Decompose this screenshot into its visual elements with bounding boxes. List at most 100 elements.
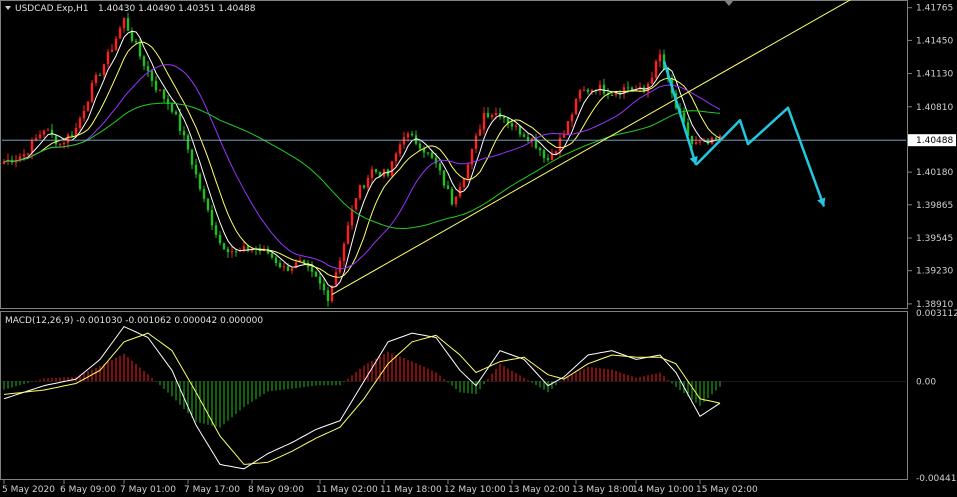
candle-body	[90, 82, 94, 102]
candle-body	[426, 152, 430, 154]
candle-body	[178, 114, 182, 132]
candle-body	[650, 77, 654, 84]
candle-body	[190, 149, 194, 165]
macd-tick-label: 0.003112	[916, 309, 957, 319]
candle-body	[390, 161, 394, 176]
time-tick-label: 6 May 09:00	[60, 485, 116, 495]
candle-body	[462, 178, 466, 187]
candle-body	[626, 87, 630, 89]
candle-body	[310, 267, 314, 272]
candle-body	[562, 134, 566, 138]
candle-body	[442, 170, 446, 186]
candle-body	[342, 243, 346, 261]
candle-body	[110, 49, 114, 52]
candle-body	[574, 98, 578, 115]
time-tick-label: 12 May 10:00	[444, 485, 506, 495]
candle-body	[338, 260, 342, 273]
candle-body	[194, 164, 198, 175]
candle-body	[322, 283, 326, 291]
candle-body	[350, 209, 354, 226]
current-price-label: 1.40488	[916, 136, 953, 146]
candle-body	[694, 142, 698, 145]
time-tick-label: 7 May 17:00	[184, 485, 240, 495]
candle-body	[186, 135, 190, 150]
candle-body	[418, 143, 422, 149]
candle-body	[286, 266, 290, 271]
candle-body	[370, 169, 374, 178]
candle-body	[270, 253, 274, 258]
candle-body	[150, 71, 154, 81]
candle-body	[86, 101, 90, 111]
candle-body	[134, 40, 138, 43]
candle-body	[62, 142, 66, 145]
candle-body	[658, 54, 662, 62]
candle-body	[278, 263, 282, 268]
candle-body	[578, 90, 582, 99]
candle-body	[478, 129, 482, 136]
candle-body	[154, 80, 158, 91]
candle-body	[438, 163, 442, 171]
candle-body	[602, 84, 606, 94]
macd-header-label: MACD(12,26,9) -0.001030 -0.001062 0.0000…	[5, 316, 263, 326]
candle-body	[66, 134, 70, 143]
candle-body	[174, 111, 178, 115]
candle-body	[630, 87, 634, 90]
candle-body	[570, 114, 574, 122]
time-tick-label: 5 May 2020	[2, 485, 55, 495]
time-tick-label: 8 May 09:00	[248, 485, 304, 495]
candle-body	[74, 128, 78, 136]
price-tick-label: 1.40180	[916, 168, 953, 178]
candle-body	[22, 154, 26, 157]
price-tick-label: 1.41450	[916, 36, 953, 46]
candle-body	[550, 153, 554, 160]
candle-body	[226, 249, 230, 253]
candle-body	[410, 133, 414, 136]
candle-body	[282, 266, 286, 268]
candle-body	[118, 28, 122, 39]
candle-body	[358, 185, 362, 199]
candle-body	[482, 113, 486, 130]
candle-body	[82, 110, 86, 119]
candle-body	[326, 290, 330, 302]
candle-body	[406, 133, 410, 138]
candle-body	[234, 251, 238, 253]
time-tick-label: 13 May 02:00	[508, 485, 570, 495]
candle-body	[170, 104, 174, 112]
ohlc-label: 1.40430 1.40490 1.40351 1.40488	[98, 4, 256, 14]
candle-body	[198, 174, 202, 190]
time-tick-label: 7 May 01:00	[120, 485, 176, 495]
candle-body	[46, 129, 50, 131]
candle-body	[26, 153, 30, 155]
candle-body	[394, 153, 398, 162]
candle-body	[290, 268, 294, 271]
candle-body	[206, 198, 210, 211]
candle-body	[486, 113, 490, 118]
price-tick-label: 1.39865	[916, 201, 953, 211]
candle-body	[362, 185, 366, 188]
candle-body	[162, 89, 166, 99]
candle-body	[542, 150, 546, 159]
candle-body	[222, 243, 226, 250]
candle-body	[182, 131, 186, 136]
candle-body	[98, 74, 102, 76]
candle-body	[142, 56, 146, 67]
chart-canvas: 1.41765 1.41450 1.41130 1.40810 1.40488 1.401…	[0, 0, 957, 497]
candle-body	[374, 169, 378, 172]
price-tick-label: 1.39545	[916, 234, 953, 244]
candle-body	[210, 210, 214, 226]
time-tick-label: 14 May 10:00	[632, 485, 694, 495]
candle-body	[510, 123, 514, 127]
candle-body	[158, 89, 162, 91]
candle-body	[106, 51, 110, 65]
candle-body	[430, 152, 434, 158]
candle-body	[586, 89, 590, 92]
macd-tick-label: 0.00	[916, 377, 936, 387]
macd-tick-label: -0.004415	[916, 474, 957, 484]
candle-body	[402, 137, 406, 145]
candle-body	[102, 64, 106, 76]
candle-body	[146, 66, 150, 72]
candle-body	[218, 234, 222, 244]
candle-body	[230, 251, 234, 253]
candle-body	[94, 74, 98, 83]
candle-body	[582, 89, 586, 91]
